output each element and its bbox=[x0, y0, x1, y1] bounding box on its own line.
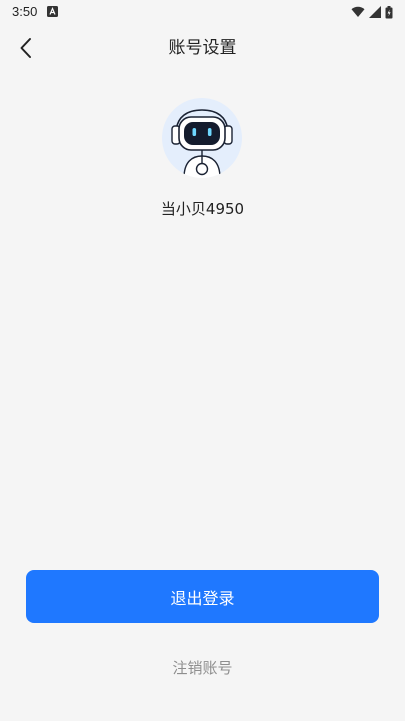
a-icon bbox=[47, 6, 58, 17]
signal-icon bbox=[369, 6, 381, 18]
avatar[interactable] bbox=[162, 98, 242, 178]
deregister-account-link[interactable]: 注销账号 bbox=[0, 657, 405, 679]
page-title: 账号设置 bbox=[168, 38, 237, 58]
battery-icon bbox=[385, 5, 393, 18]
wifi-icon bbox=[351, 6, 365, 17]
logout-button[interactable]: 退出登录 bbox=[26, 570, 379, 623]
status-time: 3:50 bbox=[12, 4, 38, 19]
username: 当小贝4950 bbox=[160, 200, 245, 218]
robot-avatar-icon bbox=[171, 109, 233, 178]
account-settings-screen: 3:50 账号设置 当小贝4950 退出登录 注销账号 bbox=[0, 0, 405, 721]
status-bar: 3:50 bbox=[0, 0, 405, 24]
status-icons bbox=[351, 4, 393, 20]
header: 账号设置 bbox=[0, 24, 405, 72]
